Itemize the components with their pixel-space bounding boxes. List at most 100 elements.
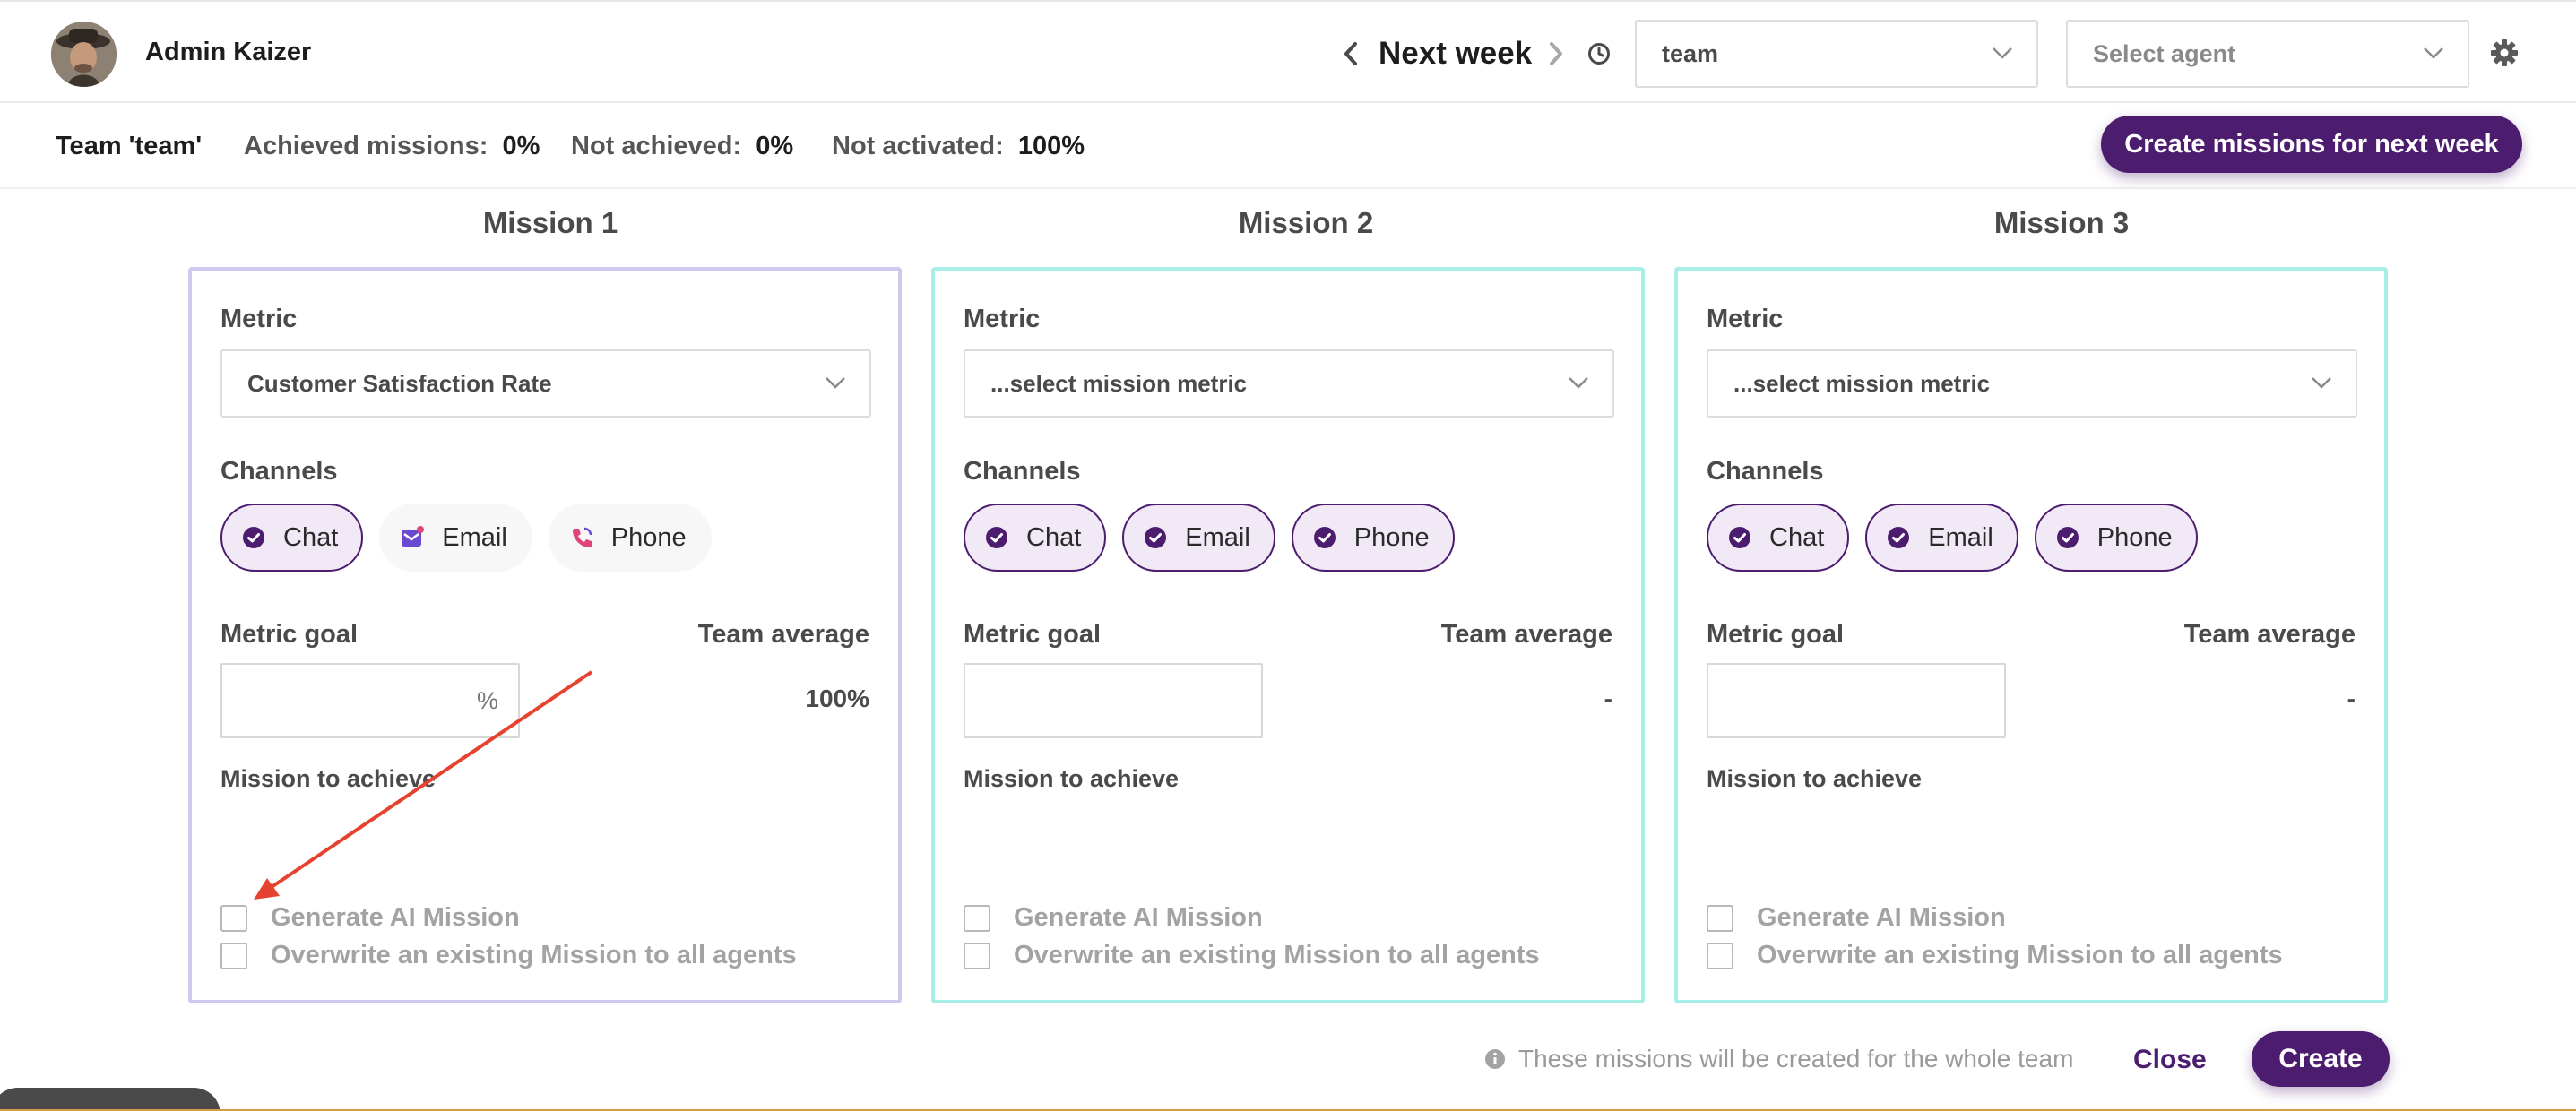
overwrite-mission-label: Overwrite an existing Mission to all age… bbox=[271, 941, 797, 969]
top-bar: Admin Kaizer Next week team Select agent bbox=[0, 0, 2576, 103]
mission-to-achieve-label: Mission to achieve bbox=[964, 765, 1180, 792]
not-achieved-value: 0% bbox=[756, 132, 794, 160]
metric-select-placeholder: ...select mission metric bbox=[990, 369, 1248, 397]
not-achieved-stat: Not achieved: 0% bbox=[571, 132, 794, 160]
previous-week-button[interactable] bbox=[1339, 36, 1362, 72]
chevron-left-icon bbox=[1344, 42, 1357, 65]
channel-chip-phone[interactable]: Phone bbox=[1291, 504, 1455, 572]
channel-chips: Chat Email Phone bbox=[1707, 504, 2214, 572]
team-average-label: Team average bbox=[697, 620, 869, 649]
chevron-down-icon bbox=[826, 377, 845, 389]
channel-chip-email[interactable]: Email bbox=[1122, 504, 1275, 572]
not-activated-stat: Not activated: 100% bbox=[832, 132, 1085, 160]
create-missions-next-week-button[interactable]: Create missions for next week bbox=[2101, 116, 2522, 173]
check-circle-icon bbox=[1144, 526, 1167, 549]
generate-ai-mission-row: Generate AI Mission bbox=[1707, 903, 2006, 933]
check-circle-icon bbox=[242, 526, 265, 549]
channel-chip-email[interactable]: Email bbox=[379, 504, 532, 572]
create-button[interactable]: Create bbox=[2252, 1031, 2390, 1087]
history-icon[interactable] bbox=[1587, 42, 1611, 65]
metric-goal-input[interactable]: % bbox=[220, 663, 520, 738]
channels-label: Channels bbox=[220, 457, 338, 486]
overwrite-mission-row: Overwrite an existing Mission to all age… bbox=[220, 941, 797, 970]
mission-3-card: Metric ...select mission metric Channels… bbox=[1674, 267, 2388, 1003]
team-average-label: Team average bbox=[1440, 620, 1612, 649]
agent-select[interactable]: Select agent bbox=[2066, 20, 2469, 88]
check-circle-icon bbox=[985, 526, 1008, 549]
overwrite-mission-checkbox[interactable] bbox=[964, 942, 990, 969]
generate-ai-mission-checkbox[interactable] bbox=[220, 904, 247, 932]
agent-select-placeholder: Select agent bbox=[2093, 39, 2236, 67]
avatar[interactable] bbox=[51, 22, 117, 87]
metric-label: Metric bbox=[220, 305, 298, 333]
overwrite-mission-checkbox[interactable] bbox=[1707, 942, 1733, 969]
overwrite-mission-row: Overwrite an existing Mission to all age… bbox=[964, 941, 1540, 970]
bottom-widget-tab[interactable] bbox=[0, 1088, 220, 1111]
mission-2-title: Mission 2 bbox=[1238, 206, 1374, 239]
channels-label: Channels bbox=[964, 457, 1081, 486]
mission-to-achieve-label: Mission to achieve bbox=[220, 765, 437, 792]
metric-select[interactable]: ...select mission metric bbox=[964, 349, 1614, 418]
footer-note-text: These missions will be created for the w… bbox=[1518, 1045, 2074, 1072]
generate-ai-mission-checkbox[interactable] bbox=[964, 904, 990, 932]
overwrite-mission-row: Overwrite an existing Mission to all age… bbox=[1707, 941, 2283, 970]
check-circle-icon bbox=[1728, 526, 1751, 549]
metric-label: Metric bbox=[964, 305, 1041, 333]
next-week-button[interactable] bbox=[1544, 36, 1568, 72]
team-select[interactable]: team bbox=[1635, 20, 2038, 88]
achieved-missions-stat: Achieved missions: 0% bbox=[244, 132, 540, 160]
metric-goal-label: Metric goal bbox=[1707, 620, 1845, 649]
team-name: Team 'team' bbox=[56, 132, 203, 160]
metric-goal-input[interactable] bbox=[1707, 663, 2006, 738]
achieved-missions-value: 0% bbox=[502, 132, 540, 160]
check-circle-icon bbox=[2056, 526, 2079, 549]
phone-icon bbox=[570, 526, 593, 549]
channel-chip-phone[interactable]: Phone bbox=[548, 504, 712, 572]
check-circle-icon bbox=[1313, 526, 1336, 549]
team-average-value: - bbox=[1604, 685, 1612, 712]
close-button[interactable]: Close bbox=[2133, 1045, 2207, 1075]
overwrite-mission-checkbox[interactable] bbox=[220, 942, 247, 969]
metric-label: Metric bbox=[1707, 305, 1784, 333]
channel-chip-chat[interactable]: Chat bbox=[1707, 504, 1850, 572]
generate-ai-mission-label: Generate AI Mission bbox=[271, 903, 520, 932]
generate-ai-mission-label: Generate AI Mission bbox=[1757, 903, 2006, 932]
not-activated-value: 100% bbox=[1017, 132, 1085, 160]
metric-select[interactable]: Customer Satisfaction Rate bbox=[220, 349, 871, 418]
chevron-down-icon bbox=[1993, 47, 2012, 59]
channel-chip-chat[interactable]: Chat bbox=[964, 504, 1107, 572]
info-icon bbox=[1485, 1049, 1505, 1069]
generate-ai-mission-row: Generate AI Mission bbox=[964, 903, 1263, 933]
gear-icon[interactable] bbox=[2490, 39, 2519, 67]
channel-chip-email[interactable]: Email bbox=[1865, 504, 2018, 572]
overwrite-mission-label: Overwrite an existing Mission to all age… bbox=[1014, 941, 1540, 969]
overwrite-mission-label: Overwrite an existing Mission to all age… bbox=[1757, 941, 2283, 969]
team-average-value: 100% bbox=[805, 685, 869, 712]
channel-chips: Chat Email Phone bbox=[220, 504, 728, 572]
metric-goal-label: Metric goal bbox=[220, 620, 359, 649]
check-circle-icon bbox=[1887, 526, 1910, 549]
team-select-value: team bbox=[1662, 39, 1719, 67]
chevron-down-icon bbox=[1569, 377, 1588, 389]
week-label: Next week bbox=[1379, 36, 1533, 71]
channel-chip-phone[interactable]: Phone bbox=[2034, 504, 2198, 572]
avatar-image bbox=[51, 22, 117, 87]
chevron-right-icon bbox=[1550, 42, 1563, 65]
generate-ai-mission-row: Generate AI Mission bbox=[220, 903, 520, 933]
user-name: Admin Kaizer bbox=[145, 38, 312, 66]
mission-3-title: Mission 3 bbox=[1993, 206, 2130, 239]
mission-to-achieve-label: Mission to achieve bbox=[1707, 765, 1923, 792]
generate-ai-mission-label: Generate AI Mission bbox=[1014, 903, 1263, 932]
metric-goal-input[interactable] bbox=[964, 663, 1263, 738]
channels-label: Channels bbox=[1707, 457, 1824, 486]
generate-ai-mission-checkbox[interactable] bbox=[1707, 904, 1733, 932]
metric-select[interactable]: ...select mission metric bbox=[1707, 349, 2357, 418]
channel-chip-chat[interactable]: Chat bbox=[220, 504, 364, 572]
metric-goal-label: Metric goal bbox=[964, 620, 1102, 649]
stats-bar: Team 'team' Achieved missions: 0% Not ac… bbox=[0, 103, 2576, 189]
email-icon bbox=[401, 526, 425, 549]
goal-unit: % bbox=[476, 686, 498, 714]
chevron-down-icon bbox=[2424, 47, 2443, 59]
channel-chips: Chat Email Phone bbox=[964, 504, 1471, 572]
team-average-label: Team average bbox=[2183, 620, 2356, 649]
